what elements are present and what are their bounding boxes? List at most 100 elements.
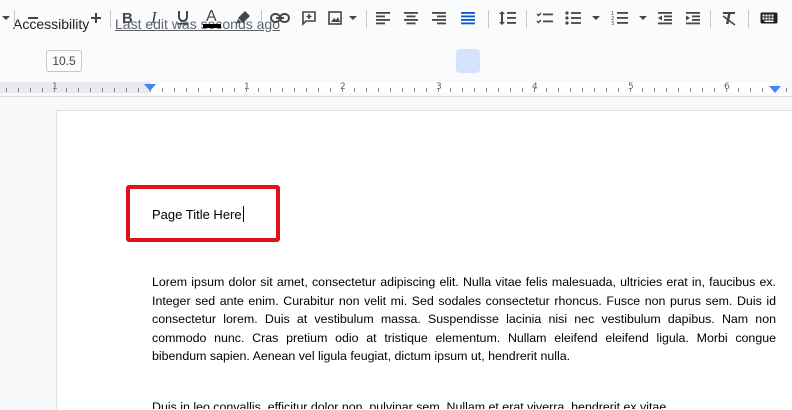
ruler-tick	[438, 88, 439, 92]
paragraph[interactable]: Duis in leo convallis, efficitur dolor n…	[152, 398, 776, 409]
checklist-icon[interactable]	[533, 6, 557, 30]
ruler-tick	[426, 88, 427, 92]
ruler-tick	[198, 88, 199, 92]
ruler-tick	[690, 88, 691, 92]
ruler-tick	[114, 88, 115, 92]
svg-text:A: A	[206, 8, 217, 25]
document-title-text: Page Title Here	[152, 207, 242, 222]
ruler-margin-left	[0, 82, 150, 93]
ruler-tick	[414, 88, 415, 92]
toolbar-separator	[110, 10, 111, 28]
ruler-tick	[702, 88, 703, 92]
ruler-tick	[270, 88, 271, 92]
ruler-tick	[6, 88, 7, 92]
ruler-tick	[750, 88, 751, 92]
ruler-tick	[678, 88, 679, 92]
ruler-tick	[534, 88, 535, 92]
left-indent-marker[interactable]	[144, 84, 156, 91]
paragraph[interactable]: Lorem ipsum dolor sit amet, consectetur …	[152, 273, 776, 366]
ruler-tick	[582, 88, 583, 92]
ruler-tick	[234, 88, 235, 92]
ruler-tick	[510, 88, 511, 92]
font-size-field[interactable]: 10.5	[46, 50, 82, 72]
align-center-icon[interactable]	[400, 6, 422, 30]
right-indent-marker[interactable]	[769, 86, 781, 93]
ruler-tick	[222, 88, 223, 92]
link-icon[interactable]	[268, 6, 292, 30]
clear-formatting-icon[interactable]	[718, 6, 740, 30]
toolbar-separator	[526, 10, 527, 28]
ruler-tick	[354, 88, 355, 92]
highlight-icon[interactable]	[232, 6, 254, 30]
text-cursor	[242, 206, 244, 222]
ruler-tick	[498, 88, 499, 92]
ruler-tick	[786, 88, 787, 92]
ruler-tick	[162, 88, 163, 92]
align-left-icon[interactable]	[372, 6, 394, 30]
svg-text:3: 3	[611, 21, 614, 26]
toolbar-separator	[748, 10, 749, 28]
ruler-tick	[558, 88, 559, 92]
ruler-tick	[186, 88, 187, 92]
italic-icon[interactable]: I	[144, 6, 166, 30]
toolbar	[0, 44, 792, 80]
decrease-indent-icon[interactable]	[654, 6, 676, 30]
ruler-tick	[78, 88, 79, 92]
ruler-tick	[42, 88, 43, 92]
ruler-tick	[102, 88, 103, 92]
toolbar-separator	[14, 10, 15, 28]
ruler-tick	[762, 88, 763, 92]
text-color-icon[interactable]: A	[200, 6, 224, 30]
ruler-tick	[522, 88, 523, 92]
ruler-tick	[258, 88, 259, 92]
ruler-tick	[54, 88, 55, 92]
dropdown-arrow-icon[interactable]	[0, 6, 12, 30]
ruler-tick	[666, 88, 667, 92]
ruler-tick	[138, 88, 139, 92]
ruler-tick	[330, 88, 331, 92]
plus-icon[interactable]	[85, 6, 107, 30]
ruler-tick	[306, 88, 307, 92]
ruler-tick	[714, 88, 715, 92]
ruler-tick	[726, 88, 727, 92]
last-edit-link[interactable]: Last edit was seconds ago	[115, 16, 280, 32]
ruler-tick	[546, 88, 547, 92]
underline-icon[interactable]	[172, 6, 194, 30]
ruler-tick	[486, 88, 487, 92]
ruler-tick	[462, 88, 463, 92]
ruler-tick	[294, 88, 295, 92]
line-spacing-icon[interactable]	[496, 6, 520, 30]
numbered-list-icon[interactable]: 123	[610, 6, 650, 30]
svg-text:I: I	[150, 10, 158, 26]
document-outline-area	[0, 97, 56, 409]
add-comment-icon[interactable]	[298, 6, 320, 30]
toolbar-separator	[488, 10, 489, 28]
justify-icon[interactable]	[457, 6, 479, 30]
ruler-tick	[618, 88, 619, 92]
insert-image-icon[interactable]	[326, 6, 358, 30]
ruler-tick	[246, 88, 247, 92]
minus-icon[interactable]	[22, 6, 44, 30]
ruler-tick	[30, 88, 31, 92]
ruler-tick	[318, 88, 319, 92]
ruler-tick	[606, 88, 607, 92]
toolbar-separator	[710, 10, 711, 28]
svg-text:B: B	[122, 10, 133, 26]
ruler-tick	[450, 88, 451, 92]
increase-indent-icon[interactable]	[682, 6, 704, 30]
ruler-tick	[630, 88, 631, 92]
align-right-icon[interactable]	[428, 6, 450, 30]
toolbar-separator	[366, 10, 367, 28]
keyboard-icon[interactable]	[758, 6, 780, 30]
toolbar-separator	[261, 10, 262, 28]
ruler-tick	[174, 88, 175, 92]
bulleted-list-icon[interactable]	[563, 6, 603, 30]
ruler-tick	[210, 88, 211, 92]
ruler-tick	[366, 88, 367, 92]
bold-icon[interactable]: B	[116, 6, 138, 30]
ruler-tick	[126, 88, 127, 92]
ruler-tick	[18, 88, 19, 92]
document-title[interactable]: Page Title Here	[152, 206, 244, 222]
ruler-tick	[378, 88, 379, 92]
ruler-tick	[66, 88, 67, 92]
